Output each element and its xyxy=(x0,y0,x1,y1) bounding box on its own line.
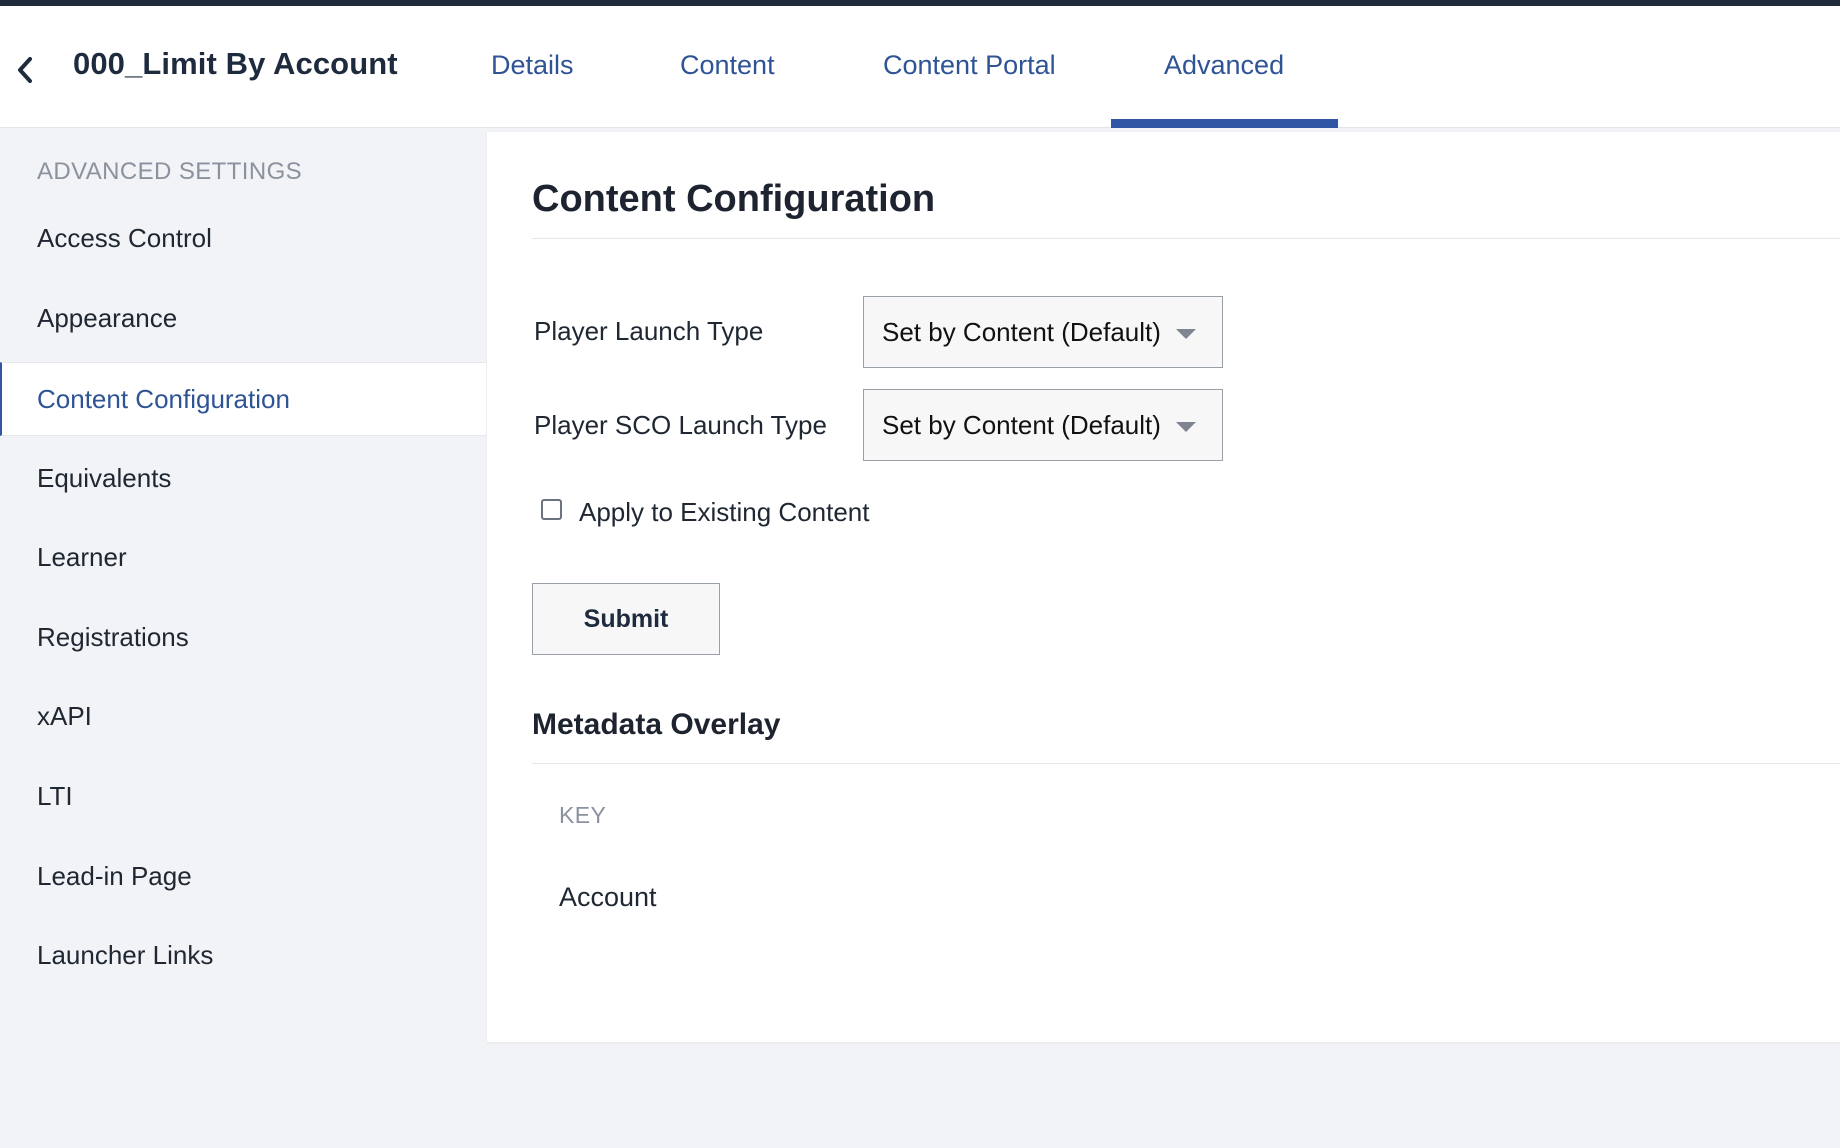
player-launch-type-select[interactable]: Set by Content (Default) xyxy=(863,296,1223,368)
sidebar-item-equivalents[interactable]: Equivalents xyxy=(0,441,486,515)
sidebar-item-label: Access Control xyxy=(37,222,212,253)
content-configuration-panel: Content Configuration Player Launch Type… xyxy=(487,132,1840,1042)
sidebar-item-appearance[interactable]: Appearance xyxy=(0,281,486,355)
tab-advanced[interactable]: Advanced xyxy=(1164,50,1284,81)
settings-sidebar: ADVANCED SETTINGS Access Control Appeara… xyxy=(0,128,486,1148)
key-column-header: KEY xyxy=(559,802,607,828)
sidebar-item-label: Equivalents xyxy=(37,462,172,493)
select-value: Set by Content (Default) xyxy=(882,316,1161,347)
tab-content[interactable]: Content xyxy=(680,50,775,81)
sidebar-item-label: Content Configuration xyxy=(37,383,290,414)
apply-to-existing-checkbox[interactable] xyxy=(541,499,562,520)
metadata-overlay-title: Metadata Overlay xyxy=(532,708,781,741)
sidebar-item-label: Lead-in Page xyxy=(37,860,192,891)
sidebar-item-learner[interactable]: Learner xyxy=(0,520,486,594)
sidebar-item-label: Registrations xyxy=(37,621,189,652)
sidebar-item-access-control[interactable]: Access Control xyxy=(0,201,486,275)
sidebar-item-label: Launcher Links xyxy=(37,939,214,970)
player-sco-launch-type-select[interactable]: Set by Content (Default) xyxy=(863,389,1223,461)
tab-details[interactable]: Details xyxy=(491,50,574,81)
title-divider xyxy=(532,238,1840,239)
sidebar-item-label: xAPI xyxy=(37,700,92,731)
sidebar-item-label: Learner xyxy=(37,541,127,572)
player-launch-type-label: Player Launch Type xyxy=(534,316,764,346)
metadata-divider xyxy=(532,763,1840,764)
chevron-left-icon xyxy=(18,57,32,83)
panel-title: Content Configuration xyxy=(532,178,936,220)
page-title: 000_Limit By Account xyxy=(73,46,398,81)
select-value: Set by Content (Default) xyxy=(882,409,1161,440)
sidebar-item-lead-in-page[interactable]: Lead-in Page xyxy=(0,839,486,913)
submit-button[interactable]: Submit xyxy=(532,583,720,655)
sidebar-item-registrations[interactable]: Registrations xyxy=(0,600,486,674)
back-button[interactable] xyxy=(10,50,40,90)
tab-content-portal[interactable]: Content Portal xyxy=(883,50,1056,81)
sidebar-item-label: Appearance xyxy=(37,302,178,333)
table-row: Account xyxy=(559,882,657,912)
apply-to-existing-label[interactable]: Apply to Existing Content xyxy=(579,497,870,528)
active-tab-indicator xyxy=(1111,119,1338,128)
sidebar-item-lti[interactable]: LTI xyxy=(0,759,486,833)
sidebar-item-content-configuration[interactable]: Content Configuration xyxy=(0,362,486,436)
caret-down-icon xyxy=(1176,329,1196,339)
sidebar-heading: ADVANCED SETTINGS xyxy=(37,158,303,185)
sidebar-item-xapi[interactable]: xAPI xyxy=(0,679,486,753)
caret-down-icon xyxy=(1176,422,1196,432)
sidebar-item-label: LTI xyxy=(37,780,73,811)
sidebar-item-launcher-links[interactable]: Launcher Links xyxy=(0,918,486,992)
player-sco-launch-type-label: Player SCO Launch Type xyxy=(534,410,827,440)
header-bar: 000_Limit By Account Details Content Con… xyxy=(0,6,1840,128)
